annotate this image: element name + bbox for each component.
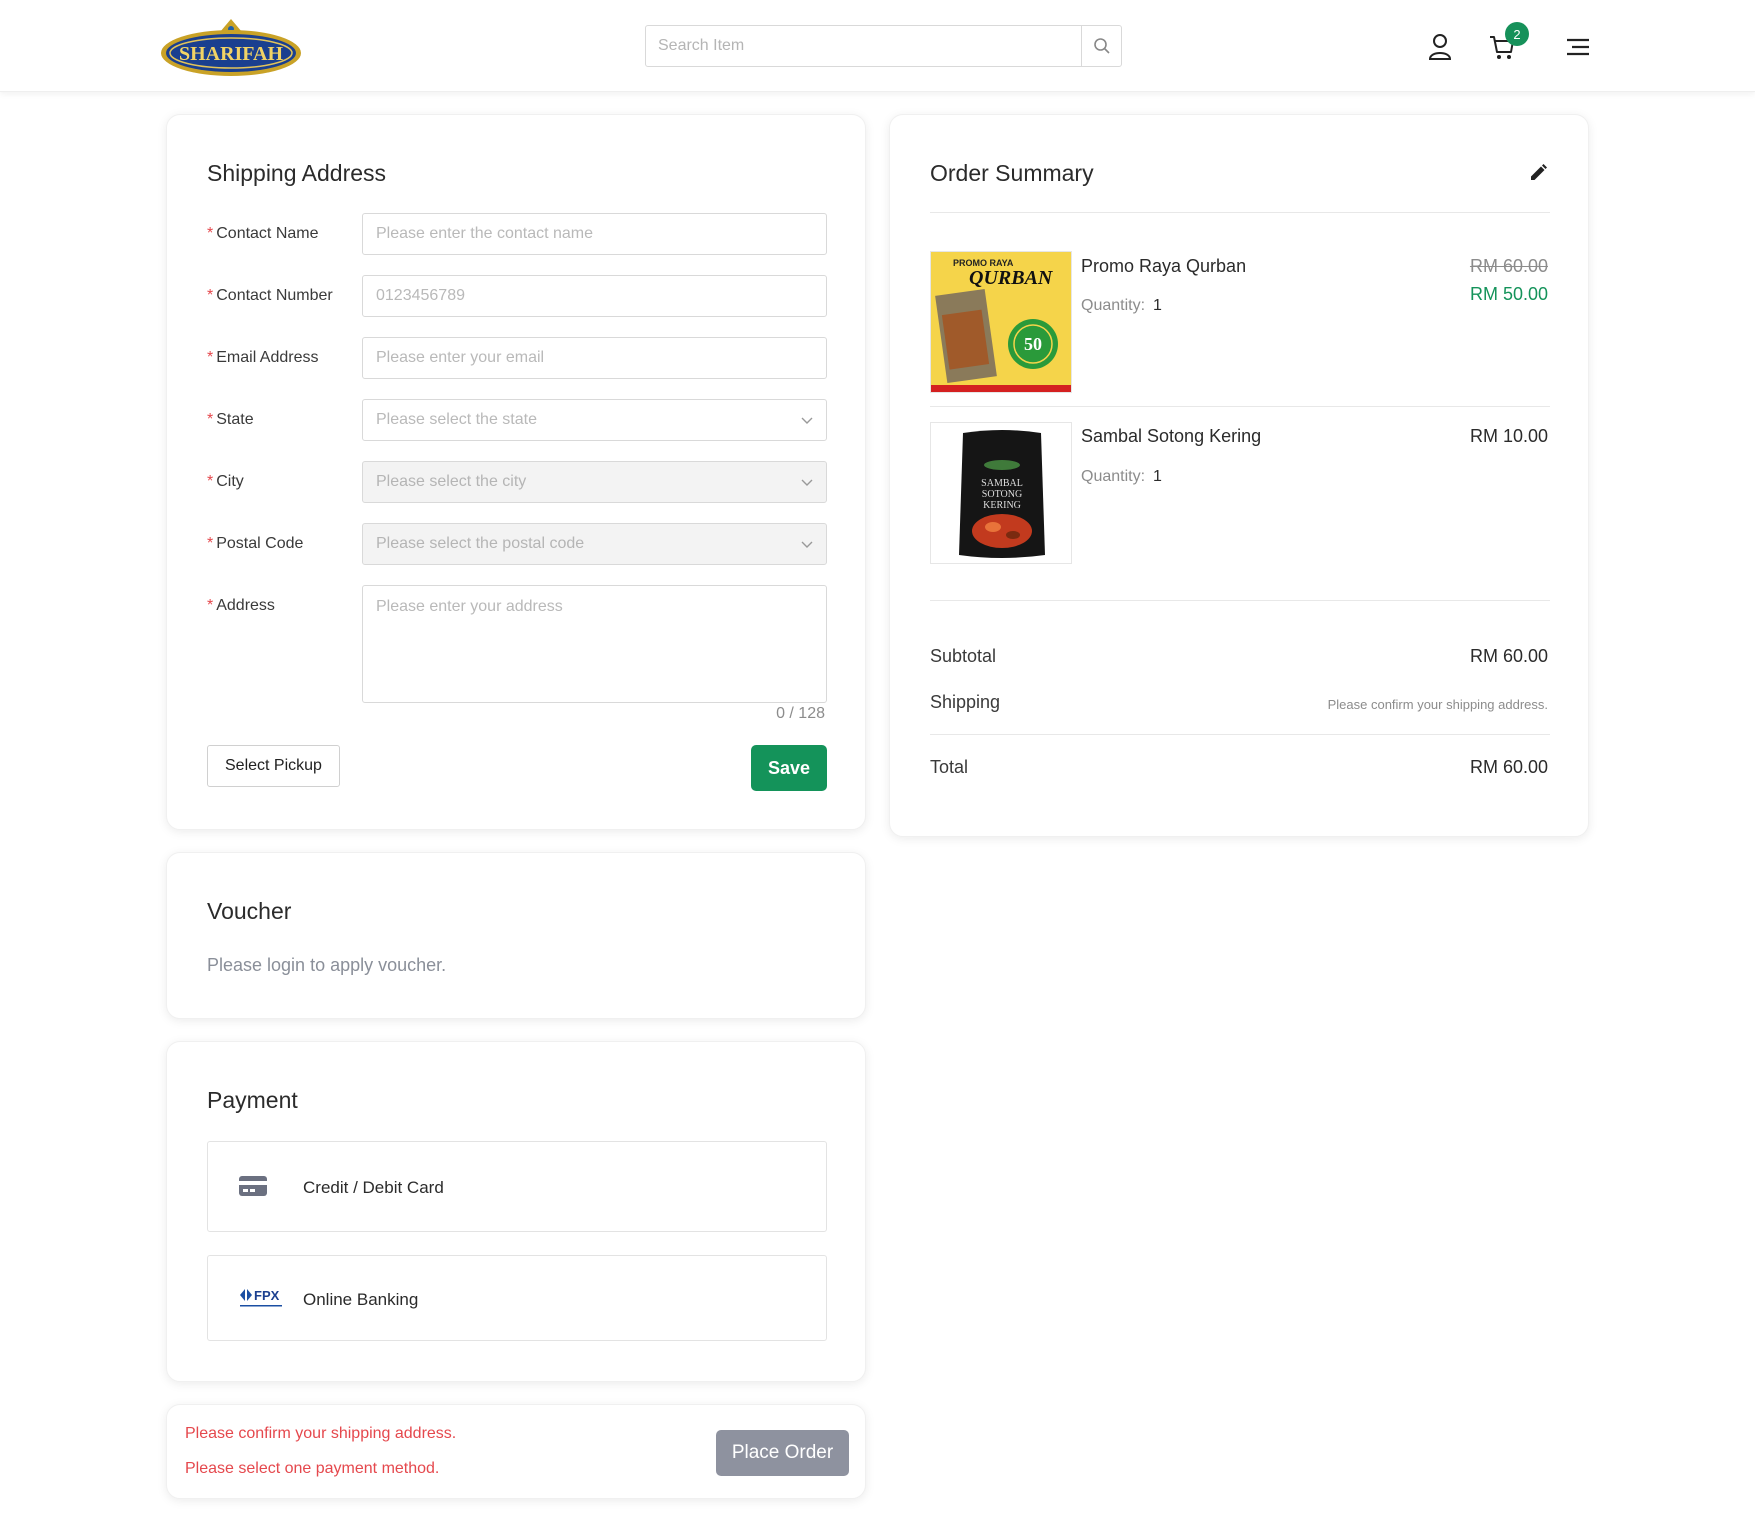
state-label: * State xyxy=(207,411,254,428)
payment-option-label: Online Banking xyxy=(303,1290,419,1309)
voucher-card: Voucher Please login to apply voucher. xyxy=(166,852,866,1019)
original-price: RM 60.00 xyxy=(1469,256,1548,276)
contact-name-label: * Contact Name xyxy=(207,225,319,242)
email-row: * Email Address xyxy=(207,337,827,379)
svg-text:KERING: KERING xyxy=(983,500,1021,511)
payment-option-online-banking[interactable]: FPX Online Banking xyxy=(207,1255,827,1341)
quantity-value: 1 xyxy=(1153,297,1162,314)
product-price: RM 10.00 xyxy=(1469,426,1548,446)
logo-text: SHARIFAH xyxy=(179,43,284,65)
total-value: RM 60.00 xyxy=(1469,757,1548,777)
payment-method-error: Please select one payment method. xyxy=(185,1460,440,1477)
address-textarea[interactable] xyxy=(362,585,827,703)
payment-option-card[interactable]: Credit / Debit Card xyxy=(207,1141,827,1232)
quantity-value: 1 xyxy=(1153,468,1162,485)
quantity-label: Quantity: xyxy=(1081,297,1146,314)
payment-card: Payment Credit / Debit Card FPX Online B… xyxy=(166,1041,866,1382)
menu-button[interactable] xyxy=(1563,32,1593,62)
chevron-down-icon xyxy=(801,541,813,548)
divider xyxy=(930,406,1550,407)
postal-code-label: * Postal Code xyxy=(207,535,304,552)
place-order-card: Please confirm your shipping address. Pl… xyxy=(166,1404,866,1499)
place-order-button[interactable]: Place Order xyxy=(716,1430,849,1476)
shipping-note: Please confirm your shipping address. xyxy=(1327,697,1548,712)
subtotal-value: RM 60.00 xyxy=(1469,646,1548,666)
state-select-placeholder: Please select the state xyxy=(376,411,537,428)
svg-text:SAMBAL: SAMBAL xyxy=(981,478,1023,489)
contact-name-input[interactable] xyxy=(362,213,827,255)
pencil-icon xyxy=(1531,164,1547,180)
total-label: Total xyxy=(930,757,969,777)
product-image-promo-raya-qurban[interactable]: 50 PROMO RAYA QURBAN xyxy=(930,251,1072,393)
credit-card-icon xyxy=(239,1176,267,1196)
postal-code-row: * Postal Code Please select the postal co… xyxy=(207,523,827,565)
shipping-address-error: Please confirm your shipping address. xyxy=(185,1425,457,1442)
svg-text:SOTONG: SOTONG xyxy=(982,489,1022,500)
product-quantity: Quantity: 1 xyxy=(1081,468,1162,486)
search-icon xyxy=(1093,38,1110,54)
user-icon xyxy=(1428,34,1452,60)
user-account-button[interactable] xyxy=(1425,32,1455,62)
svg-text:50: 50 xyxy=(1024,334,1042,354)
search-bar xyxy=(645,25,1122,67)
fpx-logo: FPX xyxy=(240,1288,282,1307)
discounted-price: RM 50.00 xyxy=(1469,284,1548,304)
order-summary-title: Order Summary xyxy=(930,160,1094,186)
voucher-title: Voucher xyxy=(207,898,292,924)
divider xyxy=(930,212,1550,213)
quantity-label: Quantity: xyxy=(1081,468,1146,485)
email-input[interactable] xyxy=(362,337,827,379)
hamburger-menu-icon xyxy=(1567,38,1589,56)
edit-order-button[interactable] xyxy=(1528,163,1548,188)
order-summary-card: Order Summary 50 PROMO RAYA QURBAN Promo… xyxy=(889,114,1589,837)
postal-code-select[interactable]: Please select the postal code xyxy=(362,523,827,565)
voucher-login-message: Please login to apply voucher. xyxy=(207,955,447,975)
city-select[interactable]: Please select the city xyxy=(362,461,827,503)
search-input[interactable] xyxy=(646,26,1081,66)
shipping-label: Shipping xyxy=(930,692,1001,712)
address-label: * Address xyxy=(207,597,275,614)
address-row: * Address xyxy=(207,585,827,703)
search-button[interactable] xyxy=(1081,26,1121,66)
divider xyxy=(930,600,1550,601)
email-label: * Email Address xyxy=(207,349,319,366)
top-header: SHARIFAH 2 xyxy=(0,0,1755,92)
chevron-down-icon xyxy=(801,417,813,424)
payment-option-label: Credit / Debit Card xyxy=(303,1178,444,1197)
product-name: Promo Raya Qurban xyxy=(1081,256,1247,276)
cart-count-badge: 2 xyxy=(1505,22,1529,46)
product-image-sambal-sotong-kering[interactable]: SAMBAL SOTONG KERING xyxy=(930,422,1072,564)
contact-number-row: * Contact Number xyxy=(207,275,827,317)
sharifah-logo[interactable]: SHARIFAH xyxy=(160,18,302,78)
chevron-down-icon xyxy=(801,479,813,486)
payment-title: Payment xyxy=(207,1087,298,1113)
state-row: * State Please select the state xyxy=(207,399,827,441)
contact-number-label: * Contact Number xyxy=(207,287,333,304)
shipping-address-title: Shipping Address xyxy=(207,160,387,186)
address-character-counter: 0 / 128 xyxy=(776,705,825,722)
subtotal-label: Subtotal xyxy=(930,646,997,666)
city-label: * City xyxy=(207,473,244,490)
state-select[interactable]: Please select the state xyxy=(362,399,827,441)
select-pickup-button[interactable]: Select Pickup xyxy=(207,745,340,787)
city-row: * City Please select the city xyxy=(207,461,827,503)
contact-name-row: * Contact Name xyxy=(207,213,827,255)
contact-number-input[interactable] xyxy=(362,275,827,317)
svg-text:FPX: FPX xyxy=(254,1288,280,1303)
save-address-button[interactable]: Save xyxy=(751,745,827,791)
product-name: Sambal Sotong Kering xyxy=(1081,426,1262,446)
divider xyxy=(930,734,1550,735)
product-quantity: Quantity: 1 xyxy=(1081,297,1162,315)
svg-text:QURBAN: QURBAN xyxy=(969,267,1054,289)
city-select-placeholder: Please select the city xyxy=(376,473,527,490)
shipping-address-card: Shipping Address *Contact Name *Contact … xyxy=(166,114,866,830)
postal-code-select-placeholder: Please select the postal code xyxy=(376,535,585,552)
